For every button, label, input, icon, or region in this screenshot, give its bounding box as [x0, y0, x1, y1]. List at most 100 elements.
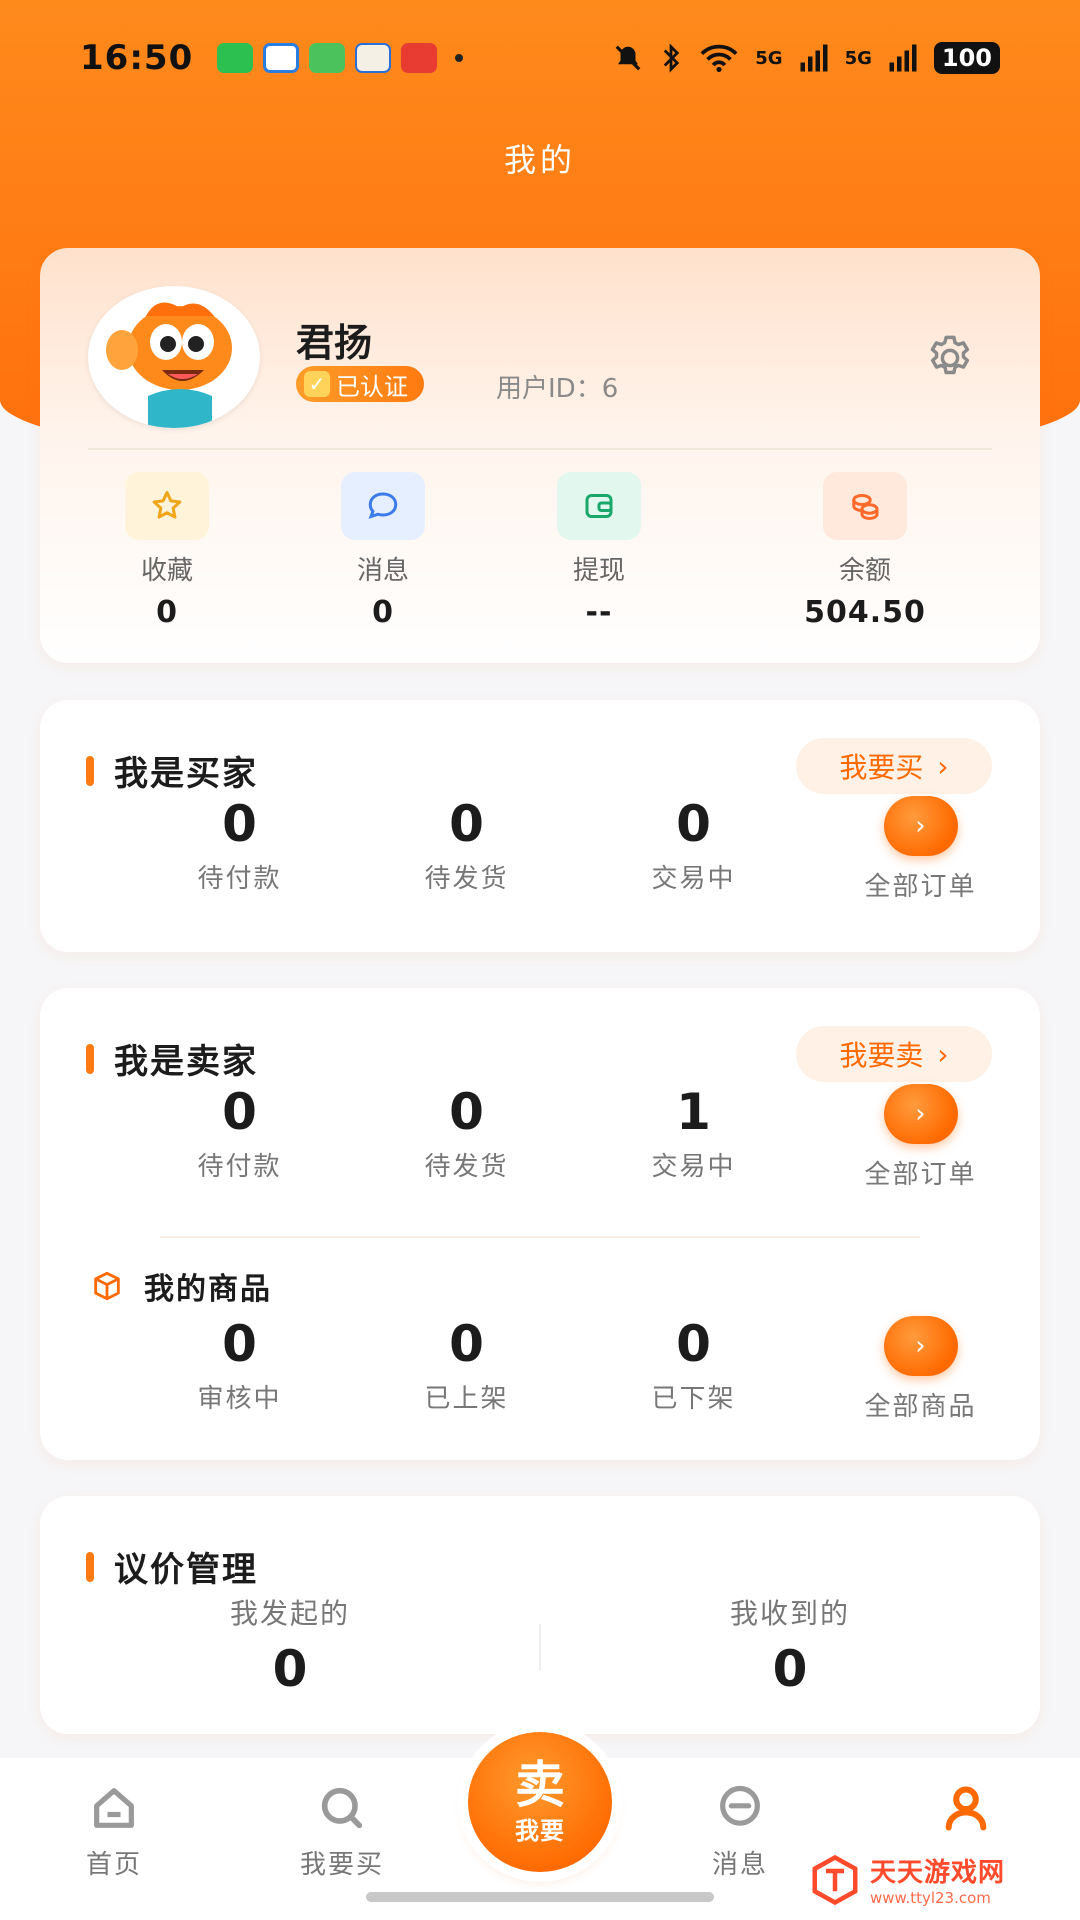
stat-label: 消息 [356, 556, 409, 586]
user-id: 用户ID：6 [496, 374, 619, 404]
order-label: 交易中 [651, 1152, 736, 1182]
buyer-pending-shipment[interactable]: 0 待发货 [353, 796, 580, 903]
sell-button-small-label: 我要 [515, 1816, 565, 1845]
order-label: 待发货 [424, 864, 509, 894]
seller-order-row: 0 待付款 0 待发货 1 交易中 › 全部订单 [40, 1084, 1040, 1191]
more-notifications-icon [455, 54, 464, 62]
watermark-title: 天天游戏网 [870, 1858, 1006, 1888]
profile-card: 君扬 ✓ 已认证 用户ID：6 收藏 0 消息 0 提现 -- 余额 504.5… [40, 248, 1040, 663]
section-header: 议价管理 [86, 1542, 258, 1591]
sell-button[interactable]: 我要卖 › [796, 1026, 992, 1082]
goods-count: 0 [676, 1315, 711, 1373]
wechat-icon [217, 43, 254, 73]
bargain-initiated[interactable]: 我发起的 0 [40, 1592, 540, 1698]
chevron-right-icon[interactable]: › [883, 796, 958, 856]
all-orders-label: 全部订单 [864, 872, 977, 902]
buyer-order-row: 0 待付款 0 待发货 0 交易中 › 全部订单 [40, 796, 1040, 903]
section-title: 我是卖家 [114, 1042, 258, 1082]
order-count: 0 [449, 795, 484, 853]
coins-icon [823, 472, 907, 540]
divider [88, 448, 992, 450]
watermark-text: 天天游戏网 www.ttyl23.com [870, 1852, 1005, 1907]
nav-label: 消息 [711, 1850, 768, 1880]
verified-badge: ✓ 已认证 [296, 366, 424, 402]
battery-indicator: 100 [933, 42, 1000, 74]
chevron-right-icon[interactable]: › [883, 1084, 958, 1144]
signal-5g-label: 5G [755, 47, 783, 69]
seller-pending-payment[interactable]: 0 待付款 [126, 1084, 353, 1191]
stat-value: -- [585, 595, 613, 630]
section-accent-bar [86, 1551, 94, 1582]
goods-label: 已上架 [424, 1384, 509, 1414]
goods-label: 审核中 [197, 1384, 282, 1414]
goods-count: 0 [222, 1315, 257, 1373]
buyer-in-trade[interactable]: 0 交易中 [580, 796, 807, 903]
buy-button-label: 我要买 [839, 751, 924, 784]
chevron-right-icon[interactable]: › [883, 1316, 958, 1376]
buy-button[interactable]: 我要买 › [796, 738, 992, 794]
bargain-count: 0 [272, 1640, 308, 1698]
goods-under-review[interactable]: 0 审核中 [126, 1316, 353, 1423]
nav-buy[interactable]: 我要买 [262, 1780, 422, 1881]
section-accent-bar [86, 1043, 94, 1074]
seller-pending-shipment[interactable]: 0 待发货 [353, 1084, 580, 1191]
section-title: 我是买家 [114, 754, 258, 794]
order-label: 待付款 [197, 1152, 282, 1182]
status-time: 16:50 [80, 38, 194, 78]
watermark: 天天游戏网 www.ttyl23.com [808, 1852, 1005, 1907]
stat-messages[interactable]: 消息 0 [328, 472, 438, 630]
divider [160, 1236, 920, 1238]
wifi-icon [700, 44, 738, 72]
section-header: 我是卖家 [86, 1034, 258, 1083]
order-label: 交易中 [651, 864, 736, 894]
watermark-logo-icon [812, 1854, 858, 1905]
seller-section: 我是卖家 我要卖 › 0 待付款 0 待发货 1 交易中 › 全部订单 我的商品… [40, 988, 1040, 1460]
browser-icon [263, 43, 300, 73]
stat-favorites[interactable]: 收藏 0 [112, 472, 222, 630]
goods-listed[interactable]: 0 已上架 [353, 1316, 580, 1423]
goods-count: 0 [449, 1315, 484, 1373]
bluetooth-icon [664, 43, 680, 73]
goods-delisted[interactable]: 0 已下架 [580, 1316, 807, 1423]
buyer-pending-payment[interactable]: 0 待付款 [126, 796, 353, 903]
signal-bars-icon [800, 44, 828, 72]
user-name: 君扬 [296, 321, 373, 365]
nav-profile[interactable] [886, 1780, 1046, 1836]
chat-bubble-icon [709, 1780, 771, 1836]
section-header: 我是买家 [86, 746, 258, 795]
bargain-label: 我发起的 [229, 1597, 350, 1630]
section-accent-bar [86, 755, 94, 786]
goods-row: 0 审核中 0 已上架 0 已下架 › 全部商品 [40, 1316, 1040, 1423]
stat-balance[interactable]: 余额 504.50 [800, 472, 930, 630]
stat-withdraw[interactable]: 提现 -- [544, 472, 654, 630]
check-icon: ✓ [304, 371, 330, 397]
bargain-received[interactable]: 我收到的 0 [540, 1592, 1040, 1698]
order-label: 待付款 [197, 864, 282, 894]
section-title: 议价管理 [114, 1550, 258, 1590]
order-count: 1 [676, 1083, 711, 1141]
news-app-icon [401, 43, 438, 73]
home-indicator[interactable] [366, 1892, 714, 1902]
signal-5g-label-2: 5G [844, 47, 872, 69]
gear-icon[interactable] [924, 332, 976, 384]
order-label: 待发货 [424, 1152, 509, 1182]
bargain-count: 0 [772, 1640, 808, 1698]
chevron-right-icon: › [937, 1037, 949, 1071]
avatar[interactable] [88, 286, 260, 428]
stat-value: 504.50 [804, 595, 926, 630]
all-goods[interactable]: › 全部商品 [807, 1316, 1034, 1423]
stat-value: 0 [372, 595, 394, 630]
stat-label: 收藏 [140, 556, 193, 586]
divider [539, 1624, 541, 1670]
all-orders-label: 全部订单 [864, 1160, 977, 1190]
buyer-all-orders[interactable]: › 全部订单 [807, 796, 1034, 903]
star-icon [125, 472, 209, 540]
nav-label: 首页 [85, 1850, 142, 1880]
nav-messages[interactable]: 消息 [660, 1780, 820, 1881]
nav-home[interactable]: 首页 [34, 1780, 194, 1881]
bargain-section: 议价管理 我发起的 0 我收到的 0 [40, 1496, 1040, 1734]
seller-all-orders[interactable]: › 全部订单 [807, 1084, 1034, 1191]
goods-header: 我的商品 [90, 1264, 272, 1308]
sell-center-button[interactable]: 卖 我要 [468, 1732, 612, 1872]
seller-in-trade[interactable]: 1 交易中 [580, 1084, 807, 1191]
